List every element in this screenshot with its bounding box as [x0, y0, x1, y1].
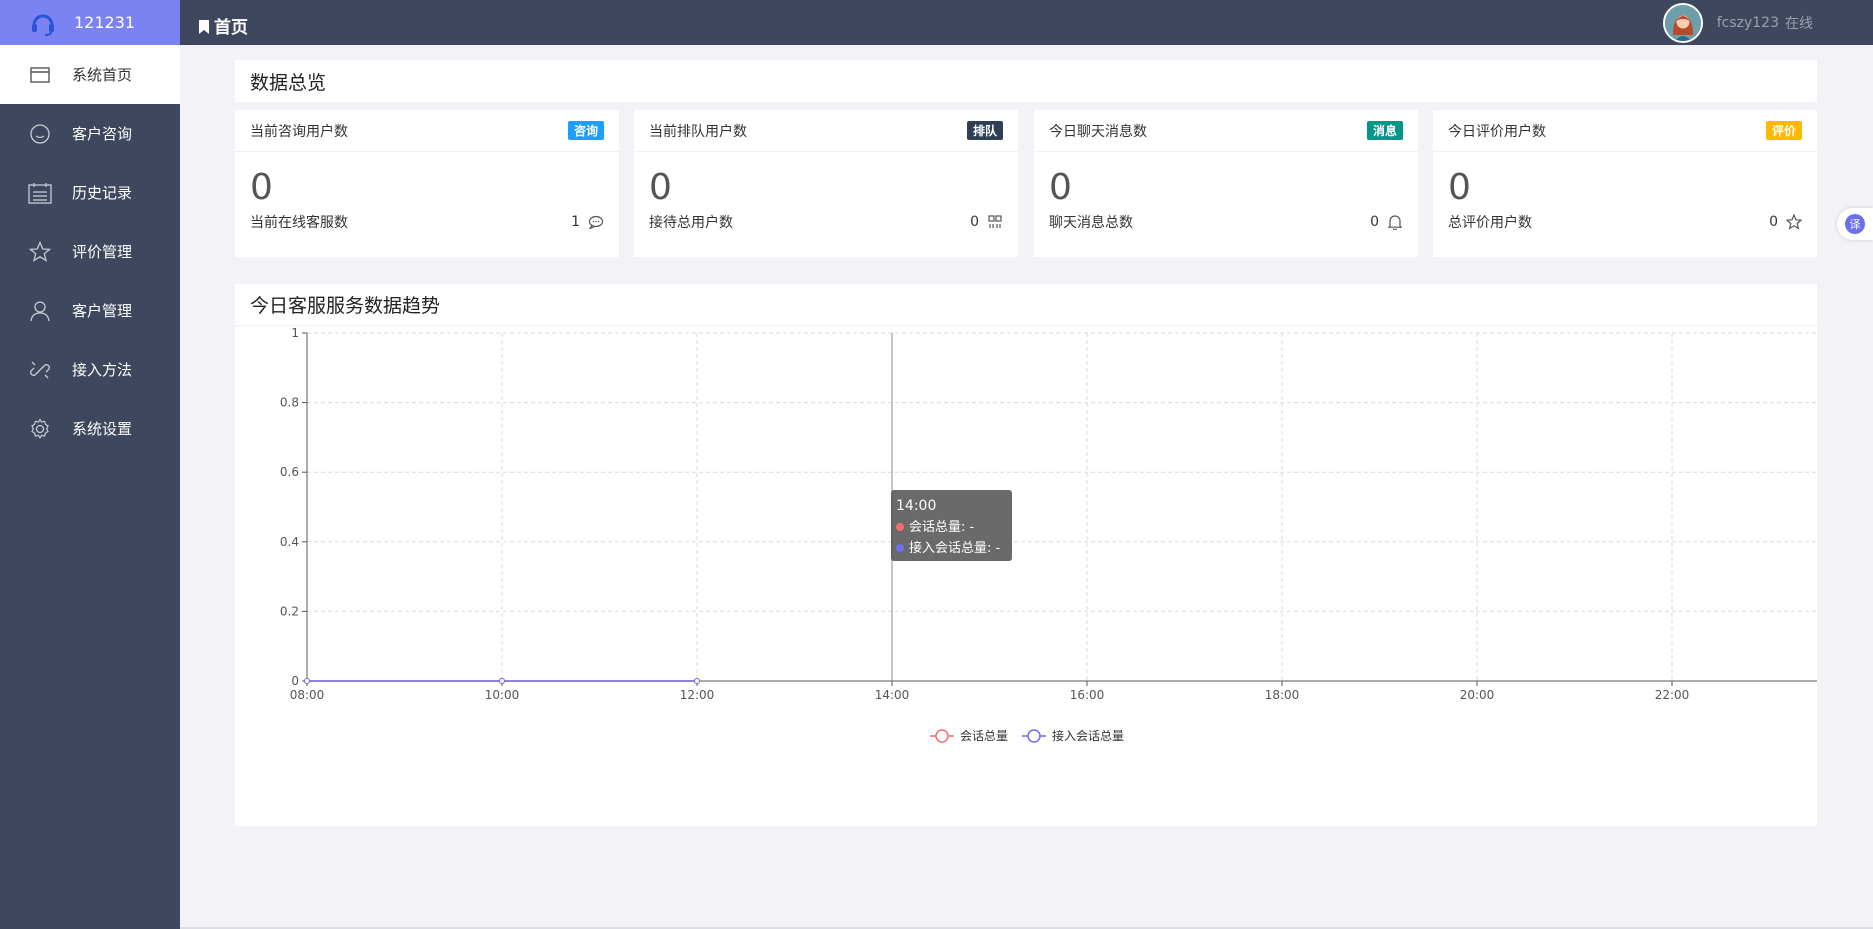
x-tick-label: 22:00 [1655, 688, 1690, 702]
sidebar-item-rating[interactable]: 评价管理 [0, 222, 180, 281]
y-tick-label: 0.2 [280, 604, 299, 618]
stat-value: 0 [649, 167, 672, 208]
stat-badge: 评价 [1765, 121, 1802, 140]
sidebar-item-label: 评价管理 [72, 243, 133, 261]
tooltip-item: 接入会话总量: - [909, 540, 1001, 556]
stat-sub-label: 接待总用户数 [649, 215, 733, 231]
stat-sub-value: 0 [1769, 214, 1778, 230]
stat-card-ratings: 今日评价用户数 评价 0 总评价用户数 0 [1433, 110, 1817, 257]
stat-title: 今日评价用户数 [1448, 123, 1546, 140]
brand: 121231 [0, 0, 180, 45]
legend-marker [935, 729, 949, 743]
topbar: 首页 fcszy123 在线 [180, 0, 1873, 45]
avatar[interactable] [1662, 3, 1703, 43]
sidebar-item-label: 历史记录 [72, 184, 133, 202]
tooltip-title: 14:00 [896, 498, 936, 514]
online-status: 在线 [1785, 16, 1813, 32]
stat-badge: 排队 [966, 121, 1003, 140]
brand-name: 121231 [74, 13, 136, 32]
x-tick-label: 08:00 [290, 688, 325, 702]
trend-title: 今日客服服务数据趋势 [235, 284, 1817, 326]
stat-value: 0 [1448, 167, 1471, 208]
user-icon [28, 299, 52, 323]
y-tick-label: 0.6 [280, 465, 299, 479]
stat-value: 0 [1049, 167, 1072, 208]
legend-marker [1027, 729, 1041, 743]
window-icon [28, 63, 52, 87]
chat-icon [588, 214, 604, 230]
stat-title: 当前排队用户数 [649, 123, 747, 140]
stat-title: 今日聊天消息数 [1049, 123, 1147, 140]
tooltip-item: 会话总量: - [909, 520, 975, 535]
overview-title: 数据总览 [250, 71, 327, 94]
stat-sub-label: 总评价用户数 [1448, 215, 1532, 231]
sidebar-item-label: 接入方法 [72, 361, 133, 379]
legend-label: 会话总量 [960, 729, 1008, 743]
translate-button[interactable]: 译 [1837, 208, 1873, 240]
sidebar-item-customers[interactable]: 客户管理 [0, 281, 180, 340]
breadcrumb[interactable]: 首页 [198, 13, 248, 38]
series-point [304, 678, 310, 684]
y-tick-label: 0.8 [280, 396, 299, 410]
grid-icon [987, 214, 1003, 230]
stat-sub-label: 聊天消息总数 [1049, 215, 1133, 231]
link-icon [28, 358, 52, 382]
sidebar-item-consult[interactable]: 客户咨询 [0, 104, 180, 163]
x-tick-label: 12:00 [680, 688, 715, 702]
stat-sub-label: 当前在线客服数 [250, 215, 348, 231]
star-icon [28, 240, 52, 264]
overview-panel: 数据总览 [235, 60, 1817, 102]
stat-badge: 消息 [1366, 121, 1403, 140]
breadcrumb-label: 首页 [214, 18, 248, 38]
sidebar-item-label: 系统首页 [72, 66, 133, 84]
y-tick-label: 1 [291, 326, 299, 340]
trend-chart[interactable]: 0 0.2 0.4 0.6 0.8 1 08:00 10:00 12:00 14:00 16:00 1… [235, 326, 1817, 826]
y-tick-label: 0 [291, 674, 299, 688]
username: fcszy123 [1716, 15, 1779, 31]
calendar-list-icon [28, 181, 52, 205]
trend-panel: 今日客服服务数据趋势 0 0.2 0.4 0.6 0.8 1 08:00 10:00 12:00… [235, 284, 1817, 826]
sidebar-item-settings[interactable]: 系统设置 [0, 399, 180, 458]
sidebar-item-label: 客户咨询 [72, 125, 133, 143]
gear-icon [28, 417, 52, 441]
tooltip-marker [896, 523, 904, 531]
stat-badge: 咨询 [567, 121, 604, 140]
x-tick-label: 10:00 [485, 688, 520, 702]
bell-icon [1387, 214, 1403, 230]
smile-icon [28, 122, 52, 146]
x-tick-label: 14:00 [875, 688, 910, 702]
star-outline-icon [1786, 214, 1802, 230]
sidebar: 121231 系统首页 客户咨询 历史记录 评价管理 客户管理 接入方法 系统设… [0, 0, 180, 929]
stat-sub-value: 0 [1370, 214, 1379, 230]
stat-value: 0 [250, 167, 273, 208]
legend-label: 接入会话总量 [1052, 728, 1124, 743]
tooltip-marker [896, 544, 904, 552]
stat-card-queue: 当前排队用户数 排队 0 接待总用户数 0 [634, 110, 1018, 257]
sidebar-item-home[interactable]: 系统首页 [0, 45, 180, 104]
headset-icon [28, 8, 58, 38]
sidebar-item-access[interactable]: 接入方法 [0, 340, 180, 399]
y-tick-label: 0.4 [280, 535, 299, 549]
sidebar-item-label: 系统设置 [72, 420, 133, 438]
stat-card-messages: 今日聊天消息数 消息 0 聊天消息总数 0 [1034, 110, 1418, 257]
x-tick-label: 16:00 [1070, 688, 1105, 702]
translate-icon: 译 [1845, 214, 1865, 234]
series-point [499, 678, 505, 684]
user-menu[interactable]: fcszy123 在线 [1662, 3, 1813, 43]
stat-card-consulting: 当前咨询用户数 咨询 0 当前在线客服数 1 [235, 110, 619, 257]
stat-title: 当前咨询用户数 [250, 123, 348, 140]
x-tick-label: 18:00 [1265, 688, 1300, 702]
sidebar-item-history[interactable]: 历史记录 [0, 163, 180, 222]
x-tick-label: 20:00 [1460, 688, 1495, 702]
bookmark-icon [198, 19, 210, 34]
sidebar-item-label: 客户管理 [72, 302, 133, 320]
series-point [694, 678, 700, 684]
stat-sub-value: 0 [970, 214, 979, 230]
stat-sub-value: 1 [571, 214, 580, 230]
